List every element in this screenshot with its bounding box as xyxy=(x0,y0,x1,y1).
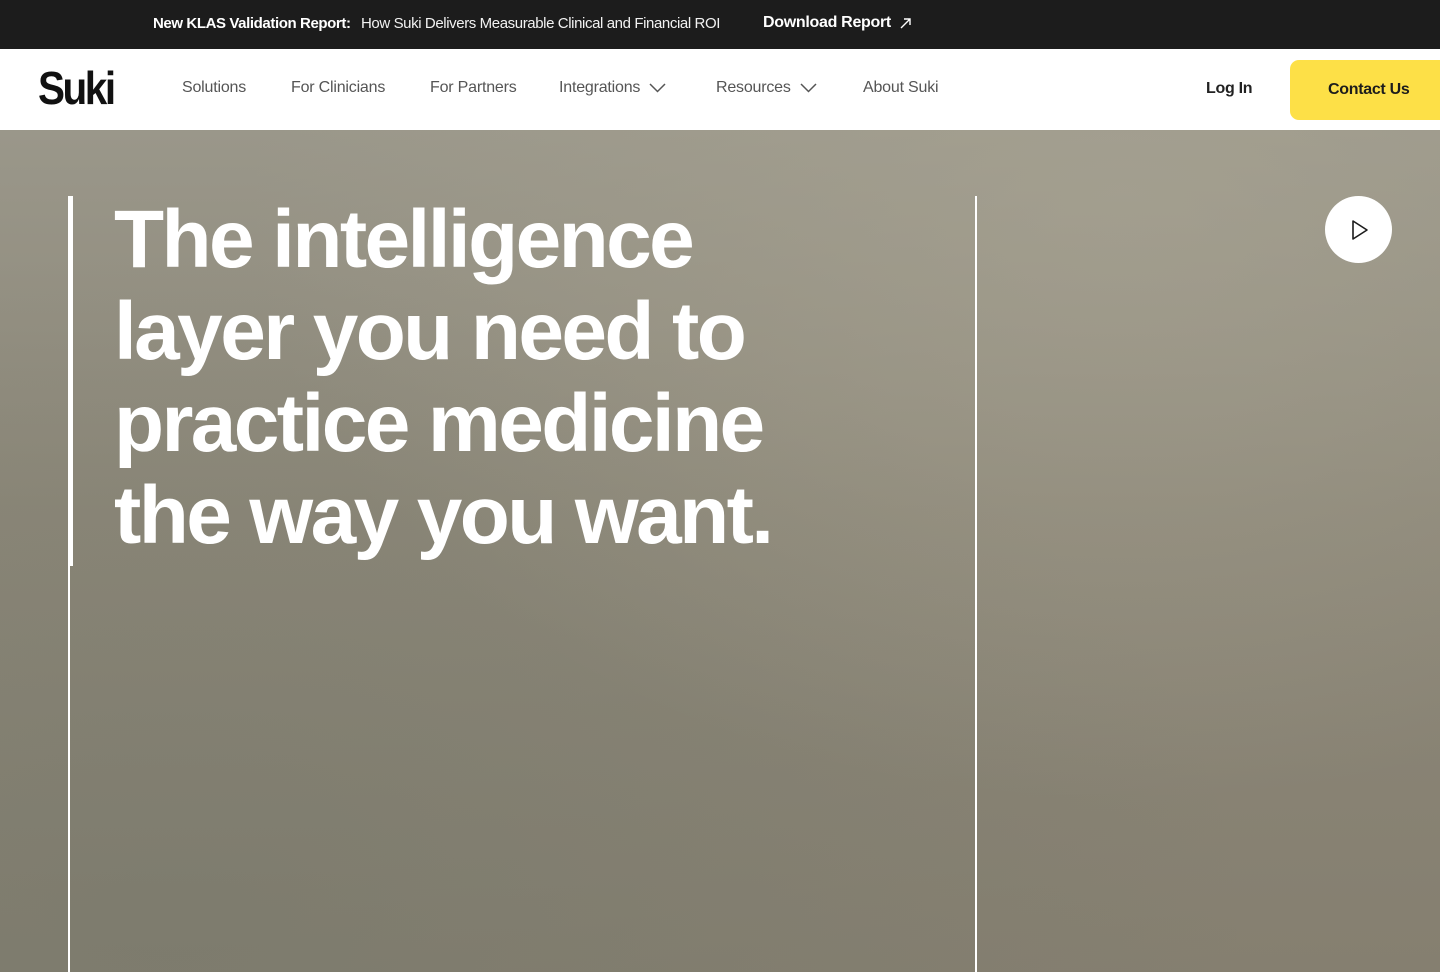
announcement-headline[interactable]: How Suki Delivers Measurable Clinical an… xyxy=(361,15,720,32)
play-icon xyxy=(1352,219,1368,240)
hero-accent-line xyxy=(68,196,73,566)
play-video-button[interactable] xyxy=(1325,196,1392,263)
nav-item-label: For Clinicians xyxy=(291,79,386,96)
main-nav: Suki Solutions For Clinicians For Partne… xyxy=(0,49,1440,130)
download-report-label: Download Report xyxy=(763,14,891,31)
nav-item-label: About Suki xyxy=(863,79,939,96)
nav-item-for-clinicians[interactable]: For Clinicians xyxy=(291,79,385,97)
hero-title-line: The intelligence xyxy=(114,194,695,285)
nav-item-solutions[interactable]: Solutions xyxy=(182,79,246,97)
nav-item-label: Solutions xyxy=(182,79,247,96)
hero-divider-left xyxy=(68,566,70,972)
announcement-label: New KLAS Validation Report: xyxy=(153,15,351,32)
nav-item-resources[interactable]: Resources xyxy=(716,79,817,97)
suki-logo[interactable]: Suki xyxy=(38,65,116,111)
nav-item-label: Integrations xyxy=(559,79,641,96)
hero-title-line: the way you want. xyxy=(114,470,774,561)
chevron-down-icon xyxy=(649,83,666,93)
login-link[interactable]: Log In xyxy=(1206,80,1252,98)
contact-us-button[interactable]: Contact Us xyxy=(1290,60,1440,120)
announcement-bar: New KLAS Validation Report: How Suki Del… xyxy=(0,0,1440,49)
hero-title: The intelligence layer you need to pract… xyxy=(114,194,874,562)
chevron-down-icon xyxy=(800,83,817,93)
nav-item-for-partners[interactable]: For Partners xyxy=(430,79,517,97)
download-report-link[interactable]: Download Report xyxy=(763,14,913,32)
hero-title-line: practice medicine xyxy=(114,378,765,469)
hero-section: The intelligence layer you need to pract… xyxy=(0,130,1440,972)
arrow-up-right-icon xyxy=(900,18,911,29)
nav-item-about-suki[interactable]: About Suki xyxy=(863,79,939,97)
nav-item-integrations[interactable]: Integrations xyxy=(559,79,666,97)
contact-us-label: Contact Us xyxy=(1328,81,1410,98)
nav-item-label: Resources xyxy=(716,79,791,96)
hero-divider-right xyxy=(975,196,977,972)
hero-title-line: layer you need to xyxy=(114,286,747,377)
nav-item-label: For Partners xyxy=(430,79,517,96)
